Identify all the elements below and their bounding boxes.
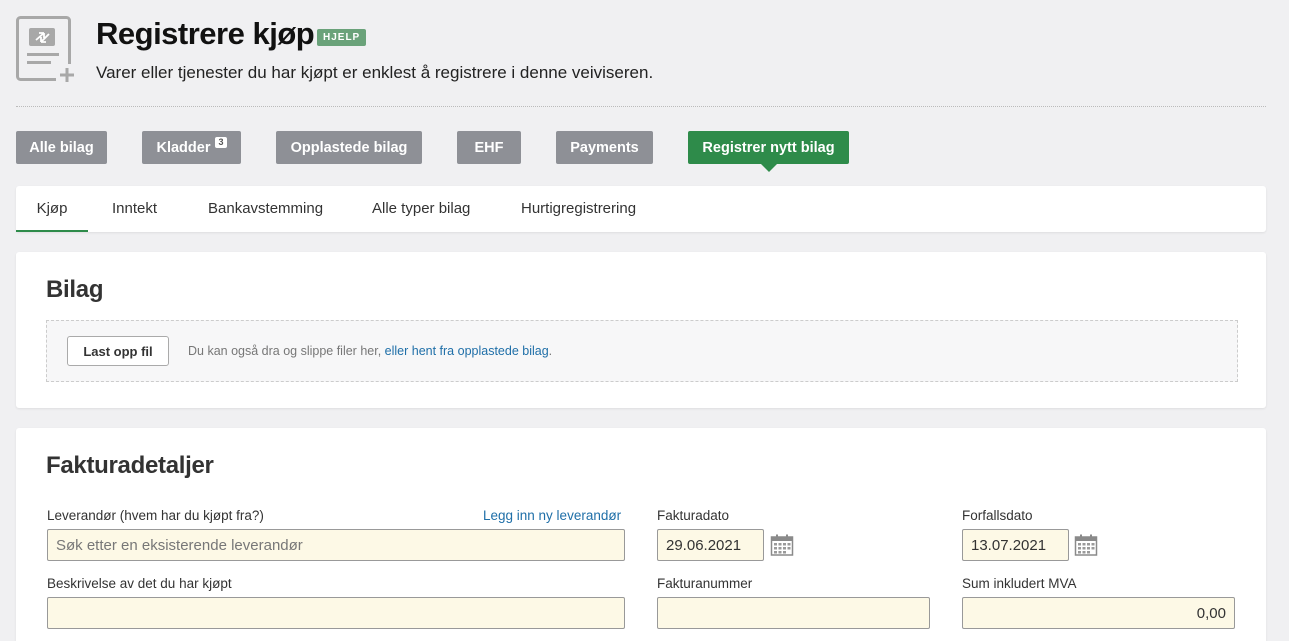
upload-file-button[interactable]: Last opp fil [67, 336, 169, 366]
fakturadetaljer-title: Fakturadetaljer [46, 452, 214, 479]
page-subtitle: Varer eller tjenester du har kjøpt er en… [96, 63, 654, 82]
due-date-label: Forfallsdato [962, 508, 1033, 523]
bilag-tabs: Alle bilag Kladder 3 Opplastede bilag EH… [16, 131, 1266, 172]
invoice-date-input[interactable] [657, 529, 764, 561]
tab-label: Alle bilag [29, 139, 94, 156]
page-title: Registrere kjøp [96, 16, 315, 51]
tab-alle-bilag[interactable]: Alle bilag [16, 131, 107, 164]
tab-label: Opplastede bilag [290, 139, 408, 156]
tab-kladder[interactable]: Kladder 3 [142, 131, 241, 164]
supplier-search-input[interactable] [47, 529, 625, 561]
tab-payments[interactable]: Payments [556, 131, 653, 164]
description-input[interactable] [47, 597, 625, 629]
tab-label: Registrer nytt bilag [702, 139, 835, 156]
add-supplier-link[interactable]: Legg inn ny leverandør [483, 508, 621, 523]
drop-hint-text: Du kan også dra og slippe filer her, [188, 344, 385, 358]
subnav-bankavstemming[interactable]: Bankavstemming [208, 186, 323, 232]
calendar-icon[interactable] [770, 533, 794, 557]
page-header: Registrere kjøp HJELP Varer eller tjenes… [16, 14, 1266, 107]
tab-label: EHF [474, 139, 504, 156]
bilag-card: Bilag Last opp fil Du kan også dra og sl… [16, 252, 1266, 408]
subnav-hurtigregistrering[interactable]: Hurtigregistrering [521, 186, 636, 232]
description-label: Beskrivelse av det du har kjøpt [47, 576, 232, 591]
file-dropzone[interactable]: Last opp fil Du kan også dra og slippe f… [46, 320, 1238, 382]
subnav-inntekt[interactable]: Inntekt [112, 186, 157, 232]
fakturadetaljer-card: Fakturadetaljer Leverandør (hvem har du … [16, 428, 1266, 641]
tab-registrer-nytt-bilag[interactable]: Registrer nytt bilag [688, 131, 849, 172]
drop-hint-end: . [548, 344, 553, 358]
header-divider [16, 106, 1266, 107]
invoice-number-label: Fakturanummer [657, 576, 753, 591]
invoice-number-input[interactable] [657, 597, 930, 629]
tab-ehf[interactable]: EHF [457, 131, 521, 164]
sum-label: Sum inkludert MVA [962, 576, 1077, 591]
bilag-title: Bilag [46, 276, 104, 303]
fetch-uploaded-link[interactable]: eller hent fra opplastede bilag [385, 344, 549, 358]
supplier-label: Leverandør (hvem har du kjøpt fra?) [47, 508, 264, 523]
bilag-type-nav: Kjøp Inntekt Bankavstemming Alle typer b… [16, 186, 1266, 232]
tab-label: Kladder [156, 139, 211, 156]
document-add-icon [16, 16, 78, 84]
tab-opplastede-bilag[interactable]: Opplastede bilag [276, 131, 422, 164]
drop-hint: Du kan også dra og slippe filer her, ell… [188, 344, 552, 358]
kladder-count-badge: 3 [215, 137, 227, 148]
calendar-icon[interactable] [1074, 533, 1098, 557]
due-date-input[interactable] [962, 529, 1069, 561]
subnav-alle-typer-bilag[interactable]: Alle typer bilag [372, 186, 470, 232]
help-badge[interactable]: HJELP [317, 29, 367, 46]
tab-label: Payments [570, 139, 639, 156]
subnav-kjop[interactable]: Kjøp [16, 186, 88, 232]
invoice-date-label: Fakturadato [657, 508, 730, 523]
sum-incl-vat-input[interactable] [962, 597, 1235, 629]
